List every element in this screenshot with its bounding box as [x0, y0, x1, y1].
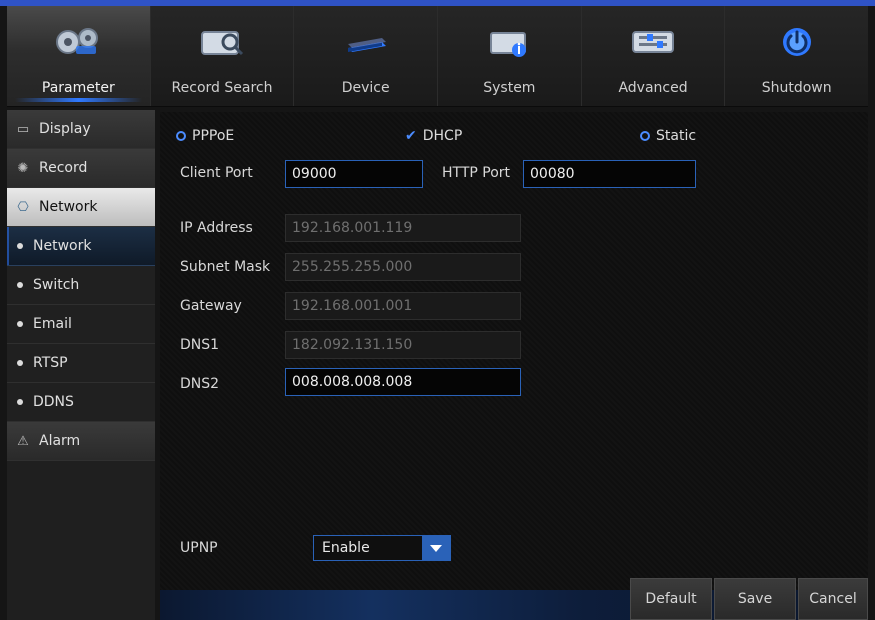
- gateway-label: Gateway: [180, 298, 242, 314]
- top-navigation: Parameter Record Search Device System Ad…: [7, 6, 869, 107]
- http-port-label: HTTP Port: [442, 165, 511, 181]
- system-info-icon: [479, 20, 539, 64]
- bullet-icon: [17, 282, 23, 288]
- sidebar-item-alarm[interactable]: ⚠ Alarm: [7, 422, 155, 461]
- pppoe-radio[interactable]: PPPoE: [176, 128, 234, 144]
- gears-icon: [48, 20, 108, 64]
- tab-device[interactable]: Device: [294, 6, 439, 106]
- client-port-label: Client Port: [180, 165, 253, 181]
- sidebar-subitem-label: RTSP: [33, 355, 68, 371]
- tab-parameter[interactable]: Parameter: [7, 6, 151, 106]
- tab-shutdown[interactable]: Shutdown: [725, 6, 869, 106]
- sidebar-item-record[interactable]: ✺ Record: [7, 149, 155, 188]
- ip-address-input[interactable]: 192.168.001.119: [285, 214, 521, 242]
- hard-drive-icon: [336, 20, 396, 64]
- cancel-button[interactable]: Cancel: [798, 578, 868, 620]
- radio-unselected-icon: [176, 131, 186, 141]
- tab-label: Record Search: [171, 80, 273, 96]
- dns2-label: DNS2: [180, 376, 220, 392]
- radio-unselected-icon: [640, 131, 650, 141]
- subnet-mask-input[interactable]: 255.255.255.000: [285, 253, 521, 281]
- tab-label: Parameter: [41, 80, 115, 96]
- static-radio[interactable]: Static: [640, 128, 696, 144]
- sidebar-item-network[interactable]: ⎔ Network: [7, 188, 155, 227]
- sidebar-item-display[interactable]: ▭ Display: [7, 110, 155, 149]
- tab-label: System: [483, 80, 536, 96]
- bullet-icon: [17, 243, 23, 249]
- tab-record-search[interactable]: Record Search: [150, 6, 295, 106]
- save-button[interactable]: Save: [714, 578, 796, 620]
- active-tab-indicator: [15, 98, 142, 102]
- client-port-input[interactable]: 09000: [285, 160, 423, 188]
- upnp-label: UPNP: [180, 540, 218, 556]
- sidebar-item-label: Network: [39, 199, 98, 215]
- static-label: Static: [656, 128, 697, 144]
- network-settings-panel: [160, 112, 868, 620]
- subnet-mask-label: Subnet Mask: [180, 259, 271, 275]
- checkmark-icon: ✔: [405, 128, 417, 144]
- bullet-icon: [17, 360, 23, 366]
- dns1-input[interactable]: 182.092.131.150: [285, 331, 521, 359]
- tab-label: Shutdown: [761, 80, 832, 96]
- monitor-icon: ▭: [16, 121, 30, 137]
- network-icon: ⎔: [17, 199, 29, 215]
- pppoe-label: PPPoE: [192, 128, 235, 144]
- chevron-down-icon: [422, 536, 450, 560]
- sidebar-subitem-ddns[interactable]: DDNS: [7, 383, 155, 422]
- dns1-label: DNS1: [180, 337, 220, 353]
- upnp-selected-value: Enable: [322, 540, 370, 556]
- dhcp-radio[interactable]: ✔ DHCP: [405, 128, 462, 144]
- alarm-icon: ⚠: [17, 433, 29, 449]
- sidebar-subitem-rtsp[interactable]: RTSP: [7, 344, 155, 383]
- sidebar-subitem-label: Switch: [33, 277, 80, 293]
- bullet-icon: [17, 321, 23, 327]
- app-window: Parameter Record Search Device System Ad…: [0, 0, 875, 620]
- tab-label: Advanced: [618, 80, 688, 96]
- tab-system[interactable]: System: [438, 6, 582, 106]
- tab-advanced[interactable]: Advanced: [581, 6, 726, 106]
- sidebar-subitem-label: Network: [33, 238, 92, 254]
- bullet-icon: [17, 399, 23, 405]
- record-search-icon: [192, 20, 252, 64]
- dhcp-label: DHCP: [422, 128, 463, 144]
- sidebar-subitem-network[interactable]: Network: [7, 227, 155, 266]
- sidebar-item-label: Display: [39, 121, 91, 137]
- tab-label: Device: [341, 80, 390, 96]
- sidebar-subitem-email[interactable]: Email: [7, 305, 155, 344]
- dns2-input[interactable]: 008.008.008.008: [285, 368, 521, 396]
- film-reel-icon: ✺: [17, 160, 29, 176]
- sidebar-subitem-label: Email: [33, 316, 72, 332]
- sidebar-subitem-label: DDNS: [33, 394, 74, 410]
- ip-address-label: IP Address: [180, 220, 253, 236]
- sidebar-item-label: Record: [39, 160, 88, 176]
- default-button[interactable]: Default: [630, 578, 712, 620]
- sidebar: ▭ Display ✺ Record ⎔ Network Network Swi…: [7, 110, 155, 620]
- power-icon: [767, 20, 827, 64]
- sidebar-item-label: Alarm: [39, 433, 81, 449]
- sidebar-subitem-switch[interactable]: Switch: [7, 266, 155, 305]
- upnp-select[interactable]: Enable: [313, 535, 451, 561]
- advanced-settings-icon: [623, 20, 683, 64]
- http-port-input[interactable]: 00080: [523, 160, 696, 188]
- gateway-input[interactable]: 192.168.001.001: [285, 292, 521, 320]
